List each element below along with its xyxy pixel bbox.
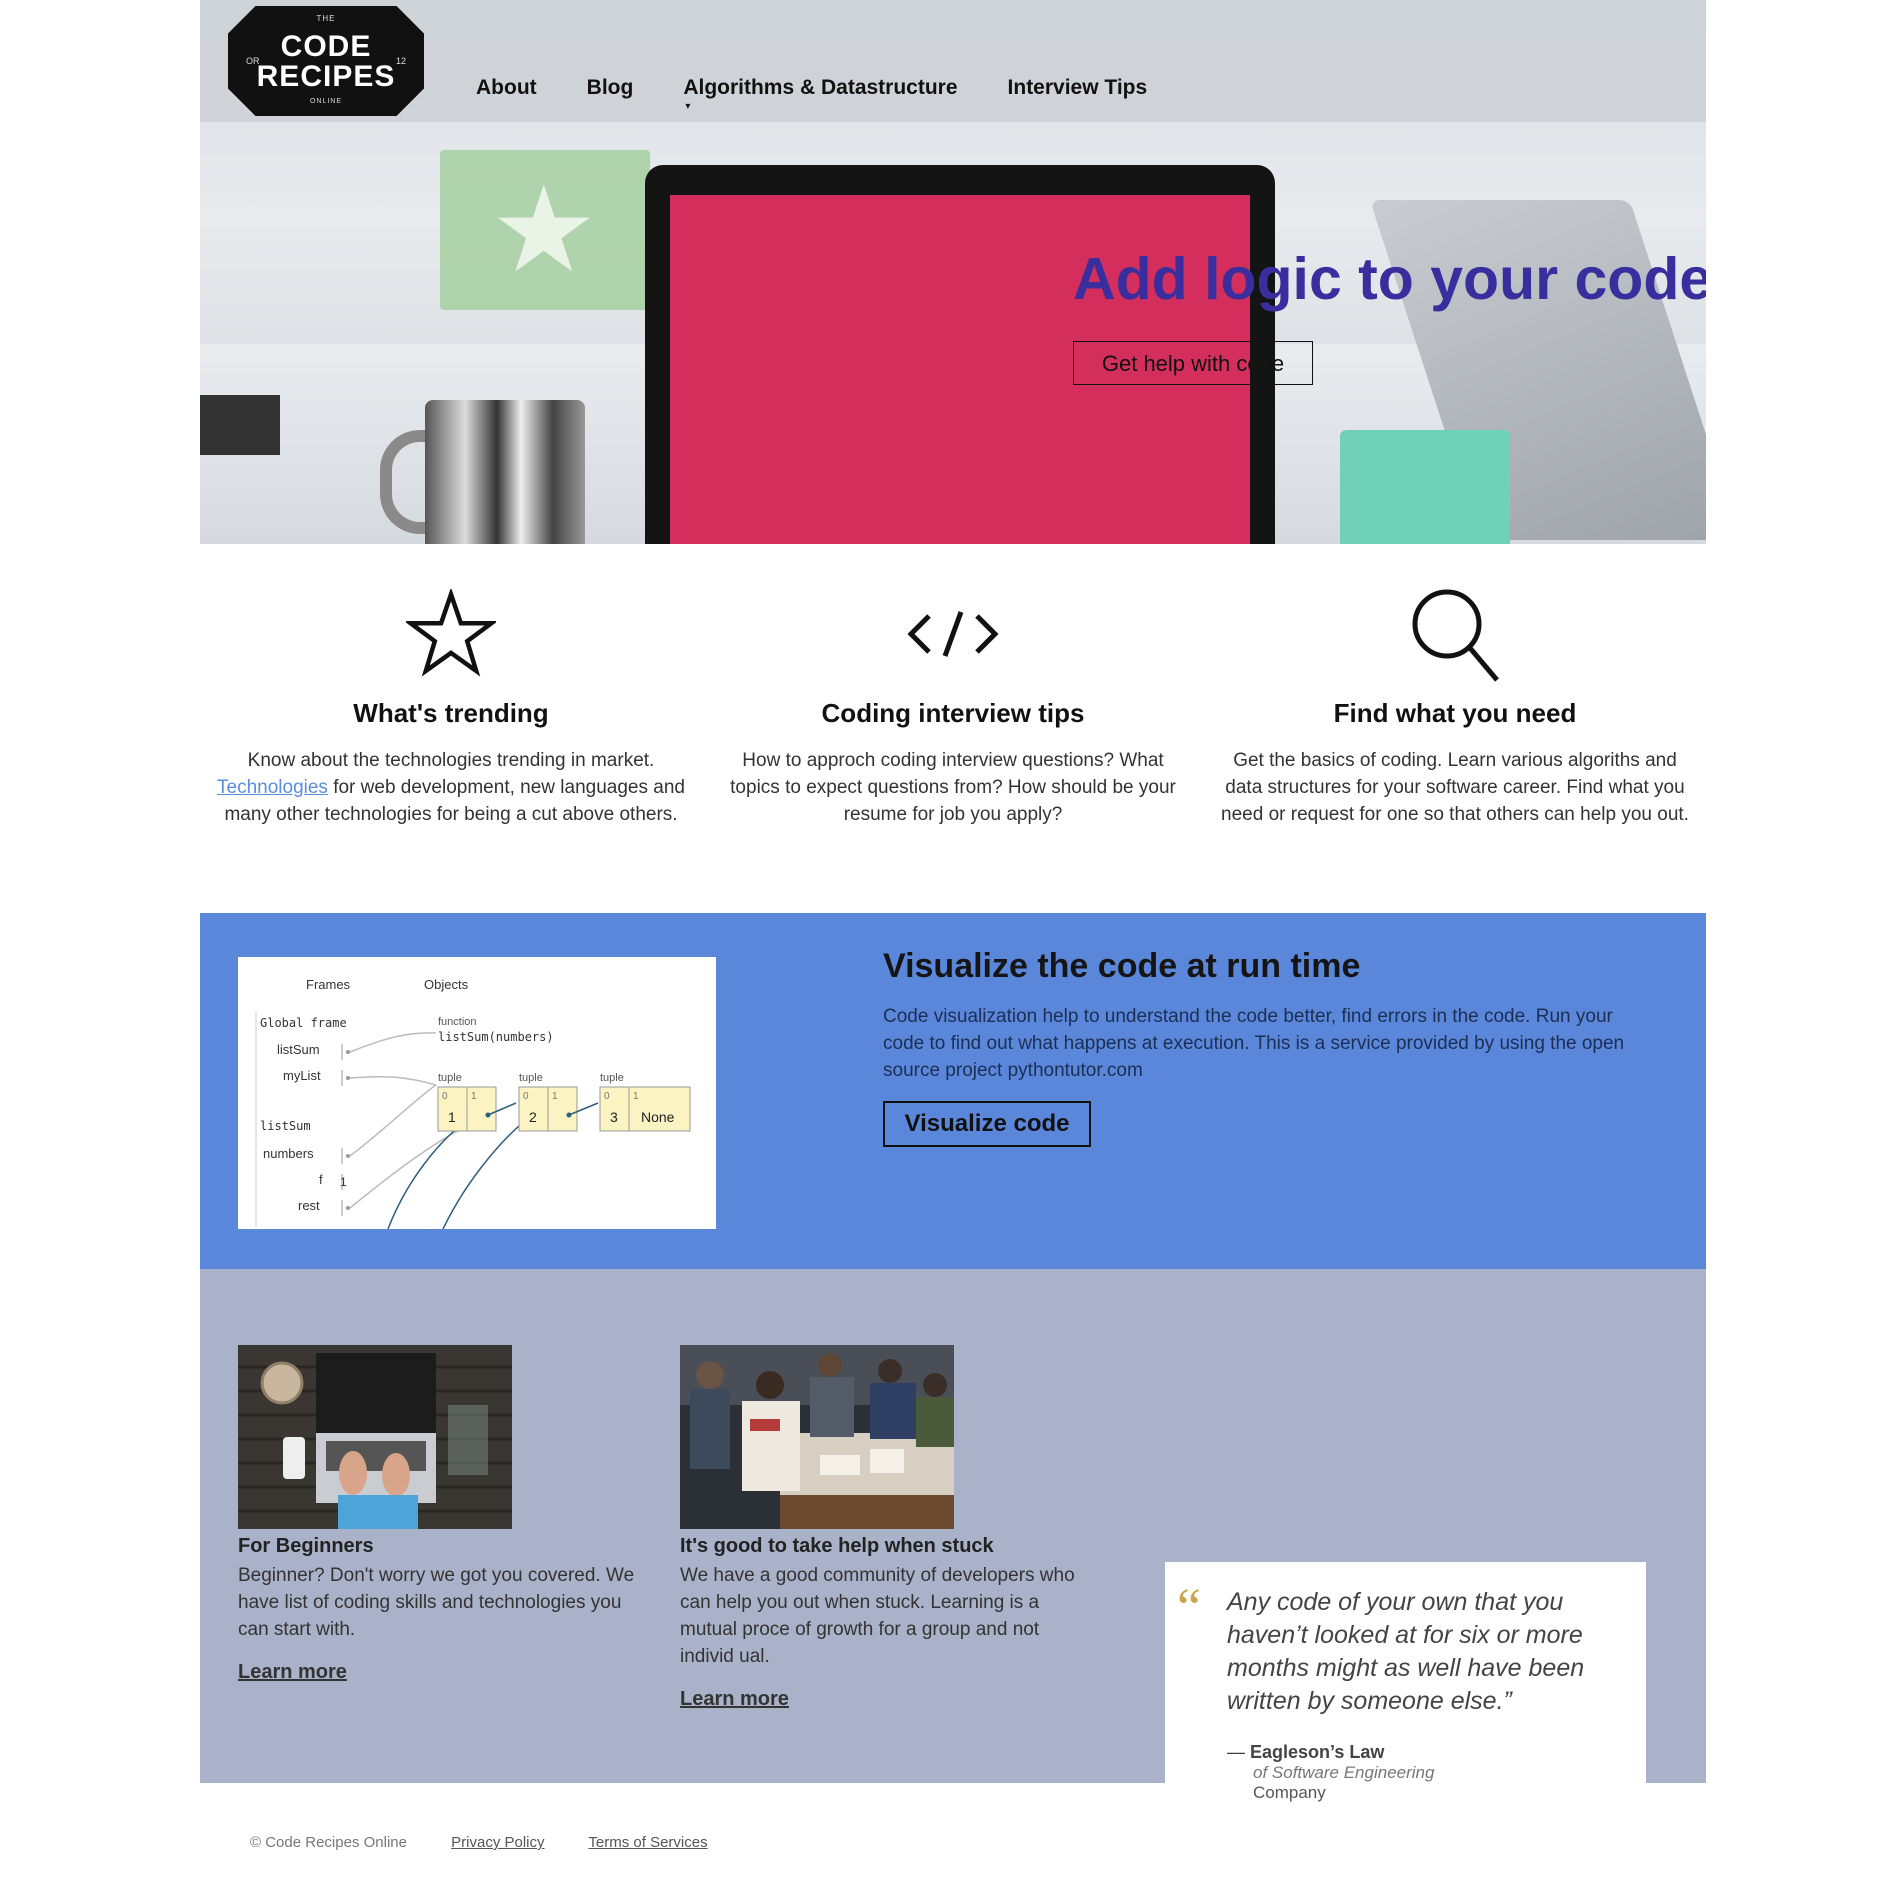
diagram-var: myList <box>283 1068 321 1083</box>
quote-author-line: — Eagleson’s Law <box>1227 1742 1626 1763</box>
card-image-community <box>680 1345 954 1529</box>
logo-top-text: THE <box>316 14 336 23</box>
privacy-policy-link[interactable]: Privacy Policy <box>451 1834 544 1851</box>
diagram-tuple-val: 2 <box>529 1109 537 1125</box>
nav-link-interview-tips[interactable]: Interview Tips <box>1008 76 1148 100</box>
hero-star-decor: ★ <box>490 163 598 297</box>
diagram-var: rest <box>298 1198 320 1213</box>
site-logo[interactable]: THE OR CODE RECIPES 12 ONLINE <box>228 6 424 116</box>
technologies-link[interactable]: Technologies <box>217 777 328 798</box>
visualize-text: Code visualization help to understand th… <box>883 1006 1625 1081</box>
footer: © Code Recipes Online Privacy Policy Ter… <box>250 1834 748 1851</box>
nav-link-algorithms[interactable]: Algorithms & Datastructure ▾ <box>683 76 958 112</box>
logo-side-right: 12 <box>395 56 406 66</box>
learn-more-link[interactable]: Learn more <box>238 1661 347 1684</box>
top-navigation: THE OR CODE RECIPES 12 ONLINE About Blog… <box>200 0 1706 122</box>
quote-company: Company <box>1253 1783 1326 1802</box>
diagram-tuple-label: tuple <box>438 1072 462 1084</box>
diagram-tuple-idx: 1 <box>552 1091 558 1102</box>
feature-title: What's trending <box>353 698 549 728</box>
feature-title: Find what you need <box>1333 698 1577 728</box>
feature-text: Get the basics of coding. Learn various … <box>1221 750 1689 825</box>
footer-copyright: © Code Recipes Online <box>250 1834 407 1851</box>
feature-text-part: Know about the technologies trending in … <box>247 750 655 771</box>
star-icon <box>200 584 702 684</box>
diagram-func-sig: listSum(numbers) <box>438 1030 554 1044</box>
quote-text: Any code of your own that you haven’t lo… <box>1227 1588 1585 1715</box>
feature-trending: What's trending Know about the technolog… <box>200 584 702 828</box>
diagram-tuple-label: tuple <box>519 1072 543 1084</box>
diagram-var: numbers <box>263 1146 314 1161</box>
diagram-global-frame: Global frame <box>260 1016 347 1030</box>
diagram-tuple-val: 1 <box>448 1109 456 1125</box>
page: ★ THE OR CODE RECIPES 12 ONLINE About Bl… <box>200 0 1706 1851</box>
hero-title: Add logic to your code <box>1073 246 1706 312</box>
card-text: We have a good community of developers w… <box>680 1565 1075 1667</box>
logo-line1: CODE <box>280 30 372 63</box>
testimonial-quote: “ Any code of your own that you haven’t … <box>1165 1562 1646 1842</box>
visualize-section: Frames Objects Global frame listSum myLi… <box>200 913 1706 1269</box>
diagram-tuple-val: 3 <box>610 1109 618 1125</box>
diagram-tuple-idx: 0 <box>523 1091 529 1102</box>
hero-mug-decor <box>425 400 585 544</box>
learn-more-link[interactable]: Learn more <box>680 1688 789 1711</box>
feature-interview-tips: Coding interview tips How to approch cod… <box>702 584 1204 828</box>
nav-link-algorithms-label: Algorithms & Datastructure <box>683 76 958 99</box>
nav-links: About Blog Algorithms & Datastructure ▾ I… <box>476 76 1197 112</box>
card-help: It's good to take help when stuck We hav… <box>680 1345 1080 1711</box>
code-icon <box>702 584 1204 684</box>
search-icon <box>1204 584 1706 684</box>
caret-down-icon: ▾ <box>685 101 691 112</box>
visualize-title: Visualize the code at run time <box>883 947 1361 985</box>
quote-source: of Software Engineering <box>1253 1763 1435 1782</box>
diagram-objects-label: Objects <box>424 977 469 992</box>
feature-text: Know about the technologies trending in … <box>216 747 686 828</box>
hero-keyboard-decor <box>200 395 280 455</box>
get-help-button[interactable]: Get help with code <box>1073 341 1313 385</box>
diagram-tuple-idx: 1 <box>633 1091 639 1102</box>
feature-find: Find what you need Get the basics of cod… <box>1204 584 1706 828</box>
logo-bottom-text: ONLINE <box>309 98 343 105</box>
nav-link-blog[interactable]: Blog <box>587 76 634 100</box>
logo-line2: RECIPES <box>256 60 396 93</box>
card-beginners: For Beginners Beginner? Don't worry we g… <box>238 1345 638 1684</box>
visualize-code-button[interactable]: Visualize code <box>883 1101 1091 1147</box>
terms-of-services-link[interactable]: Terms of Services <box>588 1834 707 1851</box>
code-visualization-image: Frames Objects Global frame listSum myLi… <box>238 957 716 1230</box>
nav-link-about[interactable]: About <box>476 76 537 100</box>
feature-title: Coding interview tips <box>821 698 1085 728</box>
diagram-func-label: function <box>438 1016 477 1028</box>
diagram-tuple-last: None <box>641 1109 675 1125</box>
hero-section: ★ THE OR CODE RECIPES 12 ONLINE About Bl… <box>200 0 1706 544</box>
card-image-laptop <box>238 1345 512 1529</box>
cards-section: For Beginners Beginner? Don't worry we g… <box>200 1269 1706 1842</box>
diagram-frames-label: Frames <box>306 977 351 992</box>
card-title: It's good to take help when stuck <box>680 1535 994 1557</box>
diagram-f-value: 1 <box>340 1175 347 1189</box>
quote-mark-icon: “ <box>1177 1577 1201 1637</box>
diagram-var: listSum <box>277 1042 320 1057</box>
diagram-var: f <box>319 1172 323 1187</box>
quote-dash: — <box>1227 1742 1245 1762</box>
diagram-tuple-idx: 0 <box>442 1091 448 1102</box>
diagram-frame2: listSum <box>260 1119 311 1133</box>
feature-text: How to approch coding interview question… <box>730 750 1176 825</box>
card-text: Beginner? Don't worry we got you covered… <box>238 1565 635 1640</box>
diagram-tuple-label: tuple <box>600 1072 624 1084</box>
features-section: What's trending Know about the technolog… <box>200 584 1706 828</box>
diagram-tuple-idx: 1 <box>471 1091 477 1102</box>
hero-speaker-decor <box>1340 430 1510 544</box>
card-title: For Beginners <box>238 1535 374 1557</box>
quote-author: Eagleson’s Law <box>1250 1742 1385 1762</box>
diagram-tuple-idx: 0 <box>604 1091 610 1102</box>
